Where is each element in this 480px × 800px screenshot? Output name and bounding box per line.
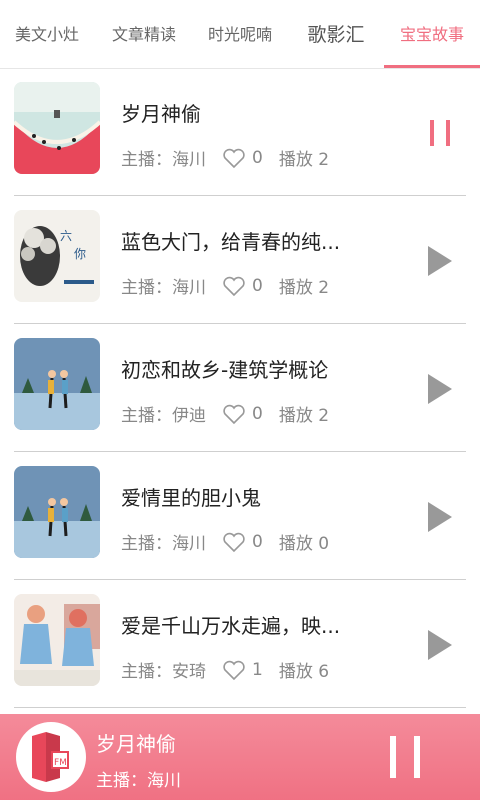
heart-icon[interactable] <box>222 147 246 169</box>
story-list: 岁月神偷 主播：海川 0 播放 2 六 你 蓝色大门，给青春的纯... 主播：海… <box>0 68 480 708</box>
player-title: 岁月神偷 <box>96 732 176 756</box>
tab-meiwen[interactable]: 美文小灶 <box>0 0 94 68</box>
heart-icon[interactable] <box>222 275 246 297</box>
item-plays: 播放 6 <box>278 662 330 682</box>
cover-image: 六 你 <box>14 210 100 302</box>
item-likes: 0 <box>252 531 263 552</box>
item-title: 爱是千山万水走遍，映... <box>121 614 341 638</box>
tab-geying[interactable]: 歌影汇 <box>288 0 384 68</box>
item-host: 主播：安琦 <box>121 662 206 682</box>
item-title: 岁月神偷 <box>121 102 201 126</box>
item-meta: 主播：海川 0 播放 2 <box>121 273 330 299</box>
cover-image <box>14 82 100 174</box>
heart-icon[interactable] <box>222 403 246 425</box>
item-title: 初恋和故乡-建筑学概论 <box>121 358 329 382</box>
list-item[interactable]: 爱是千山万水走遍，映... 主播：安琦 1 播放 6 <box>14 580 466 708</box>
cover-image <box>14 594 100 686</box>
tab-baobao[interactable]: 宝宝故事 <box>384 0 480 68</box>
tab-shiguang[interactable]: 时光呢喃 <box>192 0 288 68</box>
item-likes: 0 <box>252 275 263 296</box>
heart-icon[interactable] <box>222 659 246 681</box>
list-item[interactable]: 初恋和故乡-建筑学概论 主播：伊迪 0 播放 2 <box>14 324 466 452</box>
item-host: 主播：海川 <box>121 150 206 170</box>
tab-wenzhang[interactable]: 文章精读 <box>96 0 192 68</box>
item-title: 蓝色大门，给青春的纯... <box>121 230 341 254</box>
list-item[interactable]: 岁月神偷 主播：海川 0 播放 2 <box>14 68 466 196</box>
item-plays: 播放 2 <box>278 278 330 298</box>
pause-icon[interactable] <box>426 116 454 150</box>
play-icon[interactable] <box>426 628 454 662</box>
tab-bar: 美文小灶 文章精读 时光呢喃 歌影汇 宝宝故事 <box>0 0 480 69</box>
item-likes: 0 <box>252 403 263 424</box>
cover-image <box>14 466 100 558</box>
player-pause-icon[interactable] <box>388 734 422 780</box>
svg-text:六: 六 <box>60 229 72 243</box>
play-icon[interactable] <box>426 244 454 278</box>
item-likes: 0 <box>252 147 263 168</box>
item-host: 主播：海川 <box>121 534 206 554</box>
item-host: 主播：海川 <box>121 278 206 298</box>
app-logo-icon: FM <box>16 722 86 792</box>
heart-icon[interactable] <box>222 531 246 553</box>
mini-player[interactable]: FM 岁月神偷 主播：海川 <box>0 714 480 800</box>
cover-image <box>14 338 100 430</box>
item-plays: 播放 2 <box>278 406 330 426</box>
item-meta: 主播：海川 0 播放 0 <box>121 529 330 555</box>
item-plays: 播放 0 <box>278 534 330 554</box>
svg-text:你: 你 <box>74 247 86 261</box>
play-icon[interactable] <box>426 500 454 534</box>
item-title: 爱情里的胆小鬼 <box>121 486 261 510</box>
player-host: 主播：海川 <box>96 771 181 791</box>
item-host: 主播：伊迪 <box>121 406 206 426</box>
list-item[interactable]: 六 你 蓝色大门，给青春的纯... 主播：海川 0 播放 2 <box>14 196 466 324</box>
list-item[interactable]: 爱情里的胆小鬼 主播：海川 0 播放 0 <box>14 452 466 580</box>
play-icon[interactable] <box>426 372 454 406</box>
item-plays: 播放 2 <box>278 150 330 170</box>
item-meta: 主播：海川 0 播放 2 <box>121 145 330 171</box>
svg-text:FM: FM <box>54 758 67 768</box>
item-meta: 主播：安琦 1 播放 6 <box>121 657 330 683</box>
item-meta: 主播：伊迪 0 播放 2 <box>121 401 330 427</box>
item-likes: 1 <box>252 659 263 680</box>
